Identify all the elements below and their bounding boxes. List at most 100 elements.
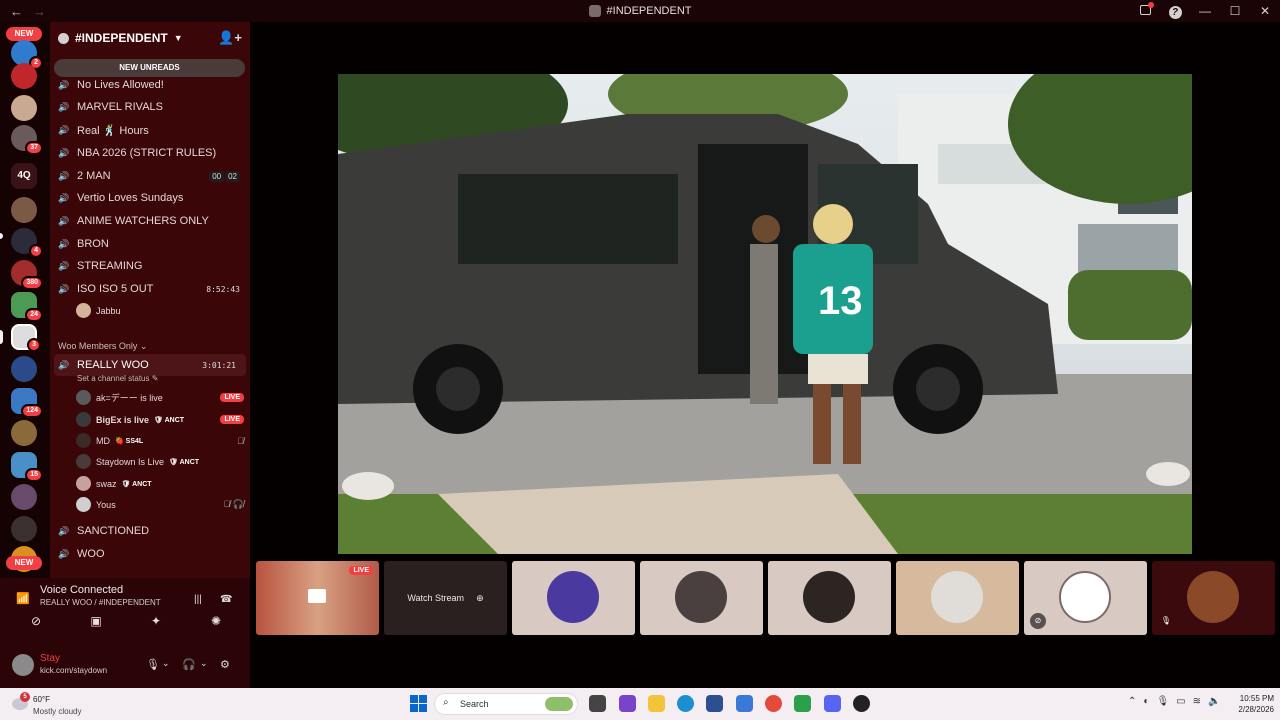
help-icon[interactable]: ? [1160,4,1190,19]
chevron-down-icon[interactable]: ⌄ [200,658,208,669]
stream-tile[interactable]: LIVE [256,561,379,635]
server-icon[interactable]: 4Q [11,163,37,189]
voice-user[interactable]: Staydown Is Live 🛡 ANCT [76,451,244,472]
settings-gear-icon[interactable]: ⚙ [220,658,230,671]
voice-user[interactable]: Yous 🎙̸ 🎧̸ [76,494,244,515]
guild-header[interactable]: #INDEPENDENT ▼ 👤+ [50,22,250,54]
server-icon[interactable] [11,516,37,542]
discord-icon[interactable] [824,695,841,712]
user-status: kick.com/staydown [40,666,108,675]
maximize-button[interactable]: ☐ [1220,4,1250,18]
voice-channel[interactable]: 🔊 ANIME WATCHERS ONLY [50,210,250,232]
speaker-icon: 🔊 [58,124,70,135]
screen-share-icon[interactable]: ▣ [70,614,122,636]
app-icon[interactable] [736,695,753,712]
voice-channel[interactable]: 🔊 BRON [50,233,250,255]
app-icon[interactable] [853,695,870,712]
taskbar-search[interactable]: ⌕ Search [434,693,578,715]
participant-tile[interactable] [896,561,1019,635]
file-explorer-icon[interactable] [648,695,665,712]
server-icon[interactable] [11,356,37,382]
participant-tile[interactable]: 🎙 [1152,561,1275,635]
server-icon[interactable] [11,484,37,510]
participant-tile[interactable]: ⊘ [1024,561,1147,635]
app-tray-icon[interactable]: ◐ [1143,696,1149,707]
store-icon[interactable] [706,695,723,712]
watch-stream-tile[interactable]: Watch Stream ⊕ [384,561,507,635]
voice-user[interactable]: BigEx is live 🛡 ANCT LIVE [76,409,244,430]
voice-user[interactable]: MD 🍓 SS4L 🎙̸ [76,430,244,451]
speaker-icon: 🔊 [58,283,70,294]
close-button[interactable]: ✕ [1250,4,1280,18]
stream-video[interactable]: 13 [338,74,1192,554]
participant-tile[interactable] [512,561,635,635]
microphone-icon[interactable]: 🎙 [1156,696,1169,707]
invite-people-icon[interactable]: 👤+ [218,30,242,46]
display-icon[interactable]: ▭ [1176,696,1185,707]
voice-channel[interactable]: 🔊 NBA 2026 (STRICT RULES) [50,142,250,164]
disconnect-icon[interactable]: ☎ [220,594,232,605]
microphone-icon[interactable]: 🎙 [146,658,160,671]
weather-widget[interactable]: 5 60°F Mostly cloudy [12,692,122,718]
app-icon[interactable] [619,695,636,712]
minimize-button[interactable]: — [1190,4,1220,18]
category-header[interactable]: Woo Members Only ⌄ [58,341,147,352]
server-icon[interactable]: 124 [11,388,43,418]
server-icon[interactable]: 4 [11,228,43,258]
server-icon[interactable] [11,197,37,223]
camera-off-icon[interactable]: ⊘ [10,614,62,636]
participant-tile[interactable] [640,561,763,635]
voice-channel[interactable]: 🔊 No Lives Allowed! [50,74,250,96]
headphones-icon[interactable]: 🎧 [182,658,196,671]
taskbar-clock[interactable]: 10:55 PM 2/28/2026 [1224,693,1274,715]
server-icon[interactable]: 15 [11,452,43,482]
voice-channel[interactable]: 🔊 2 MAN 00 02 [50,165,250,187]
back-arrow-icon[interactable]: ← [10,4,23,19]
participant-tile[interactable] [768,561,891,635]
voice-channel-selected[interactable]: 🔊 REALLY WOO 3:01:21 [54,354,246,376]
server-icon[interactable] [11,95,37,121]
server-icon[interactable] [11,420,37,446]
weather-condition: Mostly cloudy [33,707,82,716]
avatar[interactable] [12,654,34,676]
wifi-icon[interactable]: ≋ [1193,696,1201,707]
app-icon[interactable] [794,695,811,712]
edge-icon[interactable] [677,695,694,712]
channel-status[interactable]: Set a channel status ✎ [77,374,158,383]
chevron-down-icon[interactable]: ⌄ [162,658,170,669]
server-icon[interactable]: 380 [11,260,43,290]
chevron-up-icon[interactable]: ⌃ [1128,696,1136,707]
inbox-icon[interactable] [1130,2,1160,18]
voice-channel[interactable]: 🔊 MARVEL RIVALS [50,96,250,118]
activities-icon[interactable]: ✦ [130,614,182,636]
voice-user[interactable]: Jabbu [76,300,244,321]
voice-channel[interactable]: 🔊 Vertio Loves Sundays [50,187,250,209]
forward-arrow-icon[interactable]: → [33,4,46,19]
server-icon[interactable]: 24 [11,292,43,322]
signal-icon[interactable]: 📶 [16,592,30,605]
server-icon[interactable] [11,63,37,89]
voice-channel[interactable]: 🔊 SANCTIONED [50,520,250,542]
voice-channel[interactable]: 🔊 WOO [50,543,250,565]
voice-user[interactable]: ak=デーー is live LIVE [76,387,244,408]
system-tray: ⌃ ◐ 🎙 ▭ ≋ 🔈 [1128,696,1220,707]
zoom-icon[interactable]: ⊕ [476,593,484,604]
server-icon[interactable]: 37 [11,125,43,155]
noise-suppression-icon[interactable]: ||| [194,594,202,605]
voice-channel[interactable]: 🔊 STREAMING [50,255,250,277]
soundboard-icon[interactable]: ✺ [190,614,242,636]
start-button[interactable] [410,695,427,712]
volume-icon[interactable]: 🔈 [1208,696,1220,707]
user-name[interactable]: Stay [40,653,60,664]
new-pill[interactable]: NEW [6,27,42,41]
voice-user[interactable]: swaz 🛡 ANCT [76,473,244,494]
voice-channel[interactable]: 🔊 Real 🕺 Hours [50,119,250,141]
task-view-icon[interactable] [589,695,606,712]
chrome-icon[interactable] [765,695,782,712]
new-pill[interactable]: NEW [6,556,42,570]
server-icon[interactable]: 3 [11,324,41,352]
voice-connected-label[interactable]: Voice Connected [40,584,123,596]
voice-channel[interactable]: 🔊 ISO ISO 5 OUT 8:52:43 [50,278,250,300]
voice-channel-path[interactable]: REALLY WOO / #INDEPENDENT [40,598,161,607]
muted-mic-icon: 🎙 [1160,616,1172,625]
